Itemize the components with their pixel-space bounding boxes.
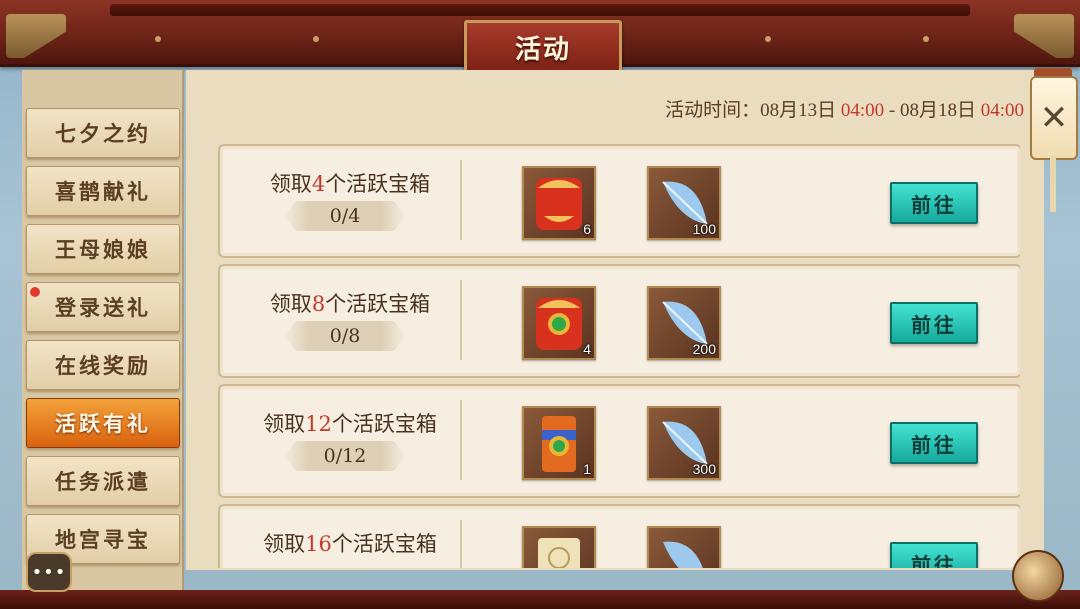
row-divider <box>460 520 462 568</box>
sidebar-item-label: 地宫寻宝 <box>55 527 151 552</box>
task-label-suffix: 个活跃宝箱 <box>331 532 437 556</box>
reward-slot[interactable]: 300 <box>647 406 721 480</box>
sidebar-item-active-gift[interactable]: 活跃有礼 <box>26 398 180 448</box>
chat-button[interactable]: ••• <box>26 552 72 592</box>
event-start-date: 08月13日 <box>760 100 837 121</box>
close-button[interactable]: ✕ <box>1030 76 1078 160</box>
task-row: 领取16个活跃宝箱 前往 <box>218 504 1020 568</box>
sidebar-item-queen-mother[interactable]: 王母娘娘 <box>26 224 180 274</box>
event-time: 活动时间：08月13日 04:00 - 08月18日 04:00 <box>665 95 1024 122</box>
chat-icon: ••• <box>31 561 67 583</box>
stud <box>765 36 771 42</box>
go-button-label: 前往 <box>911 432 957 457</box>
reward-quantity: 6 <box>583 221 591 237</box>
blue-feather-icon <box>663 541 703 568</box>
go-button[interactable]: 前往 <box>890 182 978 224</box>
activity-sidebar: 七夕之约 喜鹊献礼 王母娘娘 登录送礼 在线奖励 活跃有礼 任务派遣 地宫寻宝 <box>22 70 184 590</box>
sidebar-item-qixi[interactable]: 七夕之约 <box>26 108 180 158</box>
reward-slot[interactable]: 1 <box>522 406 596 480</box>
stud <box>313 36 319 42</box>
bottom-bar <box>0 590 1080 609</box>
stud <box>155 36 161 42</box>
reward-quantity: 200 <box>692 341 716 357</box>
task-label-suffix: 个活跃宝箱 <box>325 292 431 316</box>
event-end-date: 08月18日 <box>899 100 976 121</box>
paper-scroll-icon <box>538 538 580 568</box>
event-end-time: 04:00 <box>980 100 1024 121</box>
go-button[interactable]: 前往 <box>890 422 978 464</box>
task-row: 领取8个活跃宝箱 0/8 4 200 前往 <box>218 264 1020 378</box>
event-time-prefix: 活动时间： <box>665 100 761 121</box>
task-label-prefix: 领取 <box>269 292 312 316</box>
frame-corner-right <box>1014 14 1074 58</box>
sidebar-item-online-reward[interactable]: 在线奖励 <box>26 340 180 390</box>
reward-slot[interactable]: 200 <box>647 286 721 360</box>
page-title-plaque: 活动 <box>464 20 622 74</box>
sidebar-item-label: 登录送礼 <box>55 295 151 320</box>
reward-quantity: 300 <box>692 461 716 477</box>
sidebar-item-login-gift[interactable]: 登录送礼 <box>26 282 180 332</box>
sidebar-item-label: 在线奖励 <box>55 353 151 378</box>
reward-slot[interactable]: 4 <box>522 286 596 360</box>
sidebar-item-label: 任务派遣 <box>55 469 151 494</box>
task-label: 领取8个活跃宝箱 <box>240 288 460 318</box>
task-target-count: 8 <box>311 292 326 316</box>
task-target-count: 4 <box>311 172 326 196</box>
menu-orb-icon[interactable] <box>1012 550 1064 602</box>
sidebar-item-label: 活跃有礼 <box>55 411 151 436</box>
task-label-prefix: 领取 <box>269 172 312 196</box>
task-label-prefix: 领取 <box>263 532 306 556</box>
task-label-suffix: 个活跃宝箱 <box>331 412 437 436</box>
close-icon: ✕ <box>1039 98 1069 138</box>
event-start-time: 04:00 <box>840 100 885 121</box>
task-progress: 0/12 <box>284 441 406 471</box>
go-button[interactable]: 前往 <box>890 302 978 344</box>
row-divider <box>460 160 462 240</box>
task-row: 领取4个活跃宝箱 0/4 6 100 前往 <box>218 144 1020 258</box>
task-label: 领取16个活跃宝箱 <box>240 528 460 558</box>
reward-quantity: 4 <box>583 341 591 357</box>
reward-slot[interactable] <box>522 526 596 568</box>
stud <box>923 36 929 42</box>
sidebar-item-label: 七夕之约 <box>55 121 151 146</box>
task-label: 领取12个活跃宝箱 <box>240 408 460 438</box>
title-rail <box>110 4 970 16</box>
go-button-label: 前往 <box>911 192 957 217</box>
sidebar-item-label: 王母娘娘 <box>55 237 151 262</box>
task-target-count: 16 <box>305 532 332 556</box>
row-divider <box>460 400 462 480</box>
red-dot-badge <box>30 287 40 297</box>
task-label-prefix: 领取 <box>263 412 306 436</box>
sidebar-item-label: 喜鹊献礼 <box>55 179 151 204</box>
task-label-suffix: 个活跃宝箱 <box>325 172 431 196</box>
task-label: 领取4个活跃宝箱 <box>240 168 460 198</box>
sidebar-item-task-dispatch[interactable]: 任务派遣 <box>26 456 180 506</box>
go-button[interactable]: 前往 <box>890 542 978 568</box>
row-divider <box>460 280 462 360</box>
sidebar-item-magpie-gift[interactable]: 喜鹊献礼 <box>26 166 180 216</box>
reward-slot[interactable]: 100 <box>647 166 721 240</box>
page-title: 活动 <box>514 34 571 65</box>
reward-slot[interactable]: 6 <box>522 166 596 240</box>
reward-quantity: 100 <box>692 221 716 237</box>
lantern-tassel <box>1050 156 1056 212</box>
task-target-count: 12 <box>305 412 332 436</box>
go-button-label: 前往 <box>911 552 957 569</box>
frame-corner-left <box>6 14 66 58</box>
task-row: 领取12个活跃宝箱 0/12 1 300 前往 <box>218 384 1020 498</box>
task-list[interactable]: 领取4个活跃宝箱 0/4 6 100 前往 领取8个活跃宝箱 0/8 4 200… <box>218 140 1020 568</box>
go-button-label: 前往 <box>911 312 957 337</box>
reward-slot[interactable] <box>647 526 721 568</box>
task-progress: 0/8 <box>284 321 406 351</box>
event-time-separator: - <box>884 100 900 121</box>
reward-quantity: 1 <box>583 461 591 477</box>
task-progress: 0/4 <box>284 201 406 231</box>
